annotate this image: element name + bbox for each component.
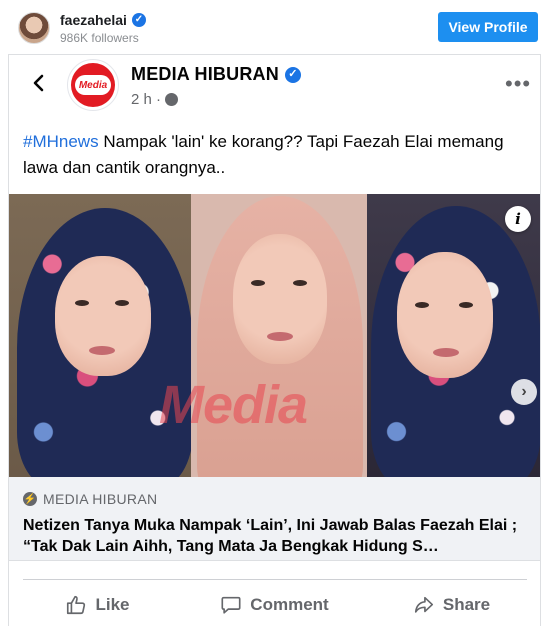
- post-time[interactable]: 2 h ·: [131, 91, 161, 108]
- eye: [459, 302, 473, 308]
- instant-article-icon: ⚡: [23, 492, 37, 506]
- post-photo[interactable]: Media i ›: [9, 194, 540, 477]
- view-profile-button[interactable]: View Profile: [438, 12, 538, 42]
- profile-username[interactable]: faezahelai: [60, 12, 127, 28]
- photo-panel-right: [367, 194, 540, 477]
- embedded-post-card: Media MEDIA HIBURAN ✓ 2 h · ••• #MHnews …: [8, 54, 541, 626]
- verified-badge-icon: ✓: [131, 13, 146, 27]
- like-label[interactable]: Like: [95, 595, 129, 615]
- link-preview[interactable]: ⚡ MEDIA HIBURAN Netizen Tanya Muka Nampa…: [9, 477, 540, 561]
- lips: [89, 346, 115, 355]
- profile-name[interactable]: faezahelai ✓: [60, 12, 146, 28]
- page-name-label[interactable]: MEDIA HIBURAN: [131, 64, 279, 85]
- more-options-icon[interactable]: •••: [505, 71, 531, 97]
- eye: [115, 300, 129, 306]
- like-button[interactable]: Like: [9, 583, 186, 626]
- page-logo-text: Media: [75, 75, 111, 95]
- page-logo[interactable]: Media: [67, 59, 119, 111]
- post-caption: #MHnews Nampak 'lain' ke korang?? Tapi F…: [23, 129, 523, 181]
- eye: [415, 302, 429, 308]
- caption-hashtag[interactable]: #MHnews: [23, 132, 99, 151]
- comment-label[interactable]: Comment: [250, 595, 328, 615]
- post-actions: Like Comment Share: [9, 583, 540, 626]
- actions-divider: [23, 579, 527, 580]
- link-title[interactable]: Netizen Tanya Muka Nampak ‘Lain’, Ini Ja…: [23, 515, 529, 557]
- speech-bubble-icon: [221, 596, 241, 614]
- lips: [267, 332, 293, 341]
- profile-followers: 986K followers: [60, 31, 139, 45]
- profile-avatar[interactable]: [18, 12, 50, 44]
- comment-button[interactable]: Comment: [186, 583, 363, 626]
- face: [397, 252, 493, 378]
- globe-icon: [165, 93, 179, 106]
- back-arrow-icon[interactable]: [29, 73, 49, 93]
- eye: [293, 280, 307, 286]
- post-meta: 2 h ·: [131, 91, 179, 108]
- page-logo-ring: Media: [71, 63, 115, 107]
- share-arrow-icon: [414, 596, 433, 613]
- eye: [251, 280, 265, 286]
- chevron-right-icon[interactable]: ›: [511, 379, 537, 405]
- thumbs-up-icon: [67, 595, 86, 615]
- share-label[interactable]: Share: [443, 595, 490, 615]
- link-source: ⚡ MEDIA HIBURAN: [23, 491, 157, 507]
- verified-badge-icon: ✓: [284, 66, 301, 83]
- page-name[interactable]: MEDIA HIBURAN ✓: [131, 64, 301, 85]
- face: [233, 234, 327, 364]
- photo-watermark: Media: [159, 375, 308, 435]
- profile-header: faezahelai ✓ 986K followers View Profile: [0, 0, 549, 54]
- share-button[interactable]: Share: [363, 583, 540, 626]
- link-source-label: MEDIA HIBURAN: [43, 491, 158, 507]
- face: [55, 256, 151, 376]
- lips: [433, 348, 459, 357]
- info-icon[interactable]: i: [505, 206, 531, 232]
- eye: [75, 300, 89, 306]
